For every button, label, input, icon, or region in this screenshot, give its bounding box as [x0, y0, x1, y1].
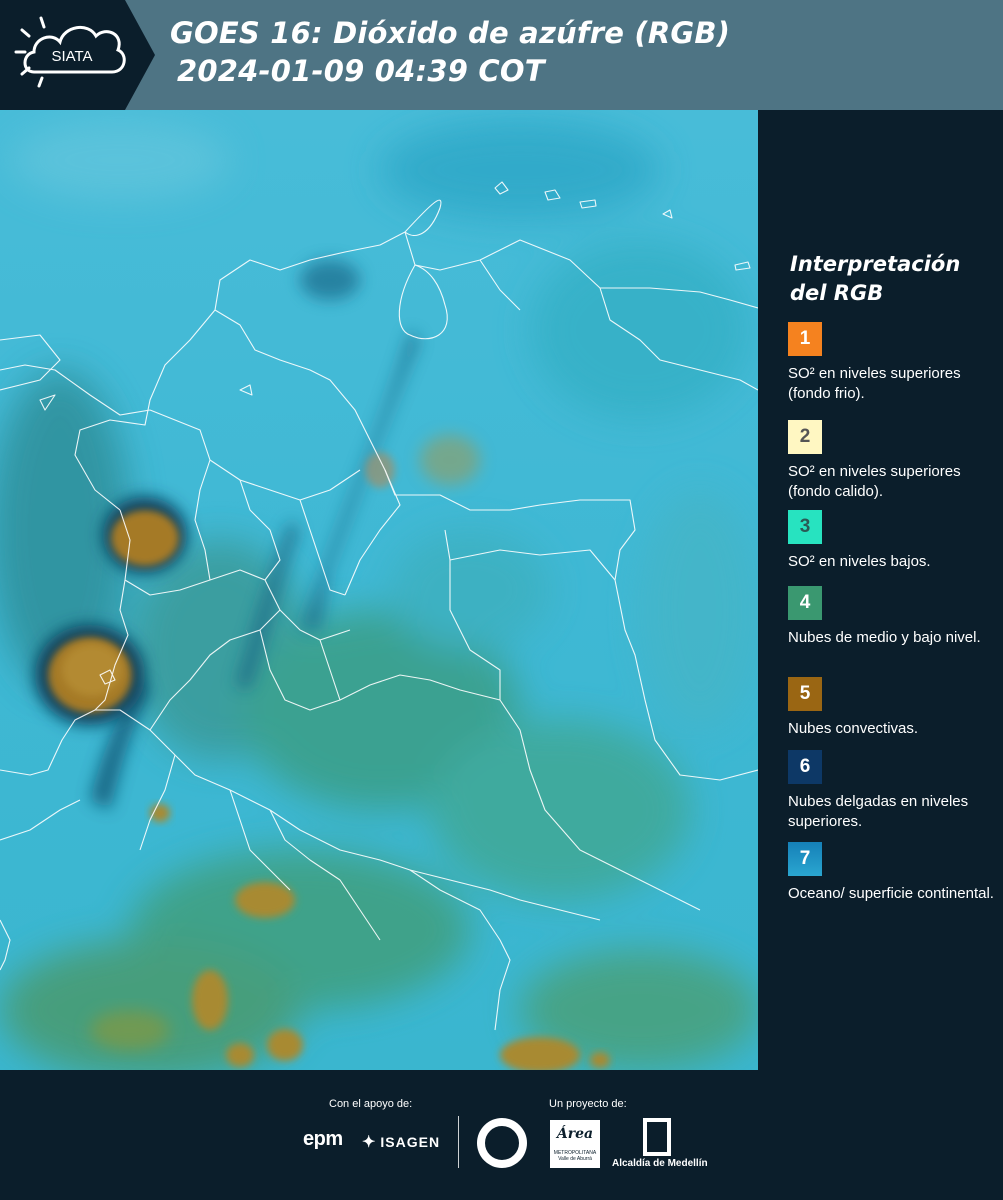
legend-swatch-7: 7: [788, 842, 822, 876]
isagen-icon: ✦: [362, 1134, 377, 1151]
isagen-logo: ✦ ISAGEN: [362, 1132, 440, 1152]
legend-item-3: 3 SO² en niveles bajos.: [788, 510, 998, 572]
support-label: Con el apoyo de:: [329, 1098, 413, 1110]
area-logo-subtext: METROPOLITANA Valle de Aburrá: [553, 1150, 597, 1162]
legend-label-4: Nubes de medio y bajo nivel.: [788, 629, 981, 646]
siata-logo: SIATA: [0, 0, 155, 110]
epm-logo: epm: [303, 1128, 343, 1150]
legend-item-2: 2 SO² en niveles superiores (fondo calid…: [788, 420, 998, 502]
legend-swatch-2: 2: [788, 420, 822, 454]
satellite-map: [0, 110, 758, 1070]
siata-logo-text: SIATA: [51, 48, 92, 65]
legend-swatch-3: 3: [788, 510, 822, 544]
alcaldia-emblem-icon: [643, 1118, 671, 1156]
legend-swatch-5: 5: [788, 677, 822, 711]
legend-label-2: SO² en niveles superiores (fondo calido)…: [788, 463, 961, 500]
legend-label-3: SO² en niveles bajos.: [788, 553, 931, 570]
legend-item-1: 1 SO² en niveles superiores (fondo frio)…: [788, 322, 998, 404]
header-bar: SIATA GOES 16: Dióxido de azúfre (RGB) 2…: [0, 0, 1003, 110]
project-label: Un proyecto de:: [549, 1098, 627, 1110]
footer: Con el apoyo de: Un proyecto de: epm ✦ I…: [0, 1070, 1003, 1200]
legend-label-1: SO² en niveles superiores (fondo frio).: [788, 365, 961, 402]
legend-label-5: Nubes convectivas.: [788, 720, 919, 737]
legend-label-7: Oceano/ superficie continental.: [788, 885, 994, 902]
seal-emblem-icon: [483, 1124, 521, 1162]
footer-divider: [458, 1116, 459, 1168]
legend-swatch-6: 6: [788, 750, 822, 784]
legend-item-6: 6 Nubes delgadas en niveles superiores.: [788, 750, 998, 832]
page-title: GOES 16: Dióxido de azúfre (RGB): [170, 16, 731, 50]
legend-swatch-4: 4: [788, 586, 822, 620]
medellin-seal-logo: [477, 1118, 527, 1168]
area-metropolitana-logo: Área METROPOLITANA Valle de Aburrá: [550, 1120, 600, 1168]
legend-title: Interpretación del RGB: [790, 252, 961, 305]
legend-item-4: 4 Nubes de medio y bajo nivel.: [788, 586, 998, 648]
legend-item-5: 5 Nubes convectivas.: [788, 677, 998, 739]
legend-item-7: 7 Oceano/ superficie continental.: [788, 842, 998, 904]
page-timestamp: 2024-01-09 04:39 COT: [177, 54, 545, 88]
legend-swatch-1: 1: [788, 322, 822, 356]
isagen-text: ISAGEN: [380, 1134, 441, 1150]
legend-panel: Interpretación del RGB 1 SO² en niveles …: [758, 110, 1003, 1070]
legend-label-6: Nubes delgadas en niveles superiores.: [788, 793, 969, 830]
alcaldia-logo-text: Alcaldía de Medellín: [612, 1158, 708, 1169]
area-logo-text: Área: [556, 1126, 594, 1142]
